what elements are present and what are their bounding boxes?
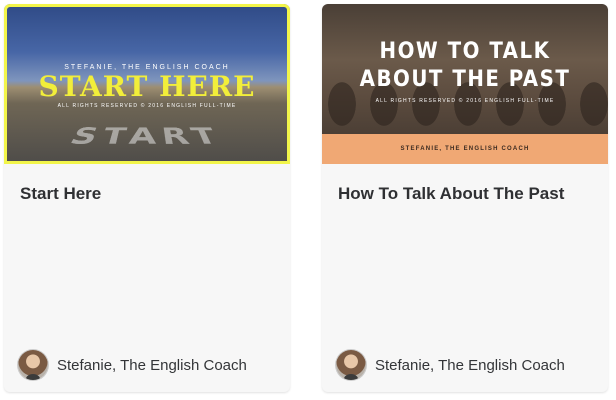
author-avatar xyxy=(336,350,366,380)
thumbnail-headline-line2: About The Past xyxy=(359,67,571,92)
course-title[interactable]: How To Talk About The Past xyxy=(338,184,564,204)
course-card-start-here[interactable]: START Stefanie, The English Coach Start … xyxy=(4,4,290,392)
course-thumbnail[interactable]: How To Talk About The Past All rights re… xyxy=(322,4,608,164)
thumbnail-author-band: Stefanie, The English Coach xyxy=(322,134,608,164)
author-row: Stefanie, The English Coach xyxy=(336,350,565,380)
course-card-talk-about-past[interactable]: How To Talk About The Past All rights re… xyxy=(322,4,608,392)
author-row: Stefanie, The English Coach xyxy=(18,350,247,380)
author-avatar xyxy=(18,350,48,380)
thumbnail-headline: Start Here xyxy=(38,70,256,103)
road-word: START xyxy=(63,123,231,151)
course-thumbnail[interactable]: START Stefanie, The English Coach Start … xyxy=(4,4,290,164)
thumbnail-rights: All rights reserved © 2016 English Full-… xyxy=(57,103,237,109)
thumbnail-headline: How To Talk About The Past xyxy=(322,38,608,94)
thumbnail-headline-line1: How To Talk xyxy=(379,39,551,64)
course-title[interactable]: Start Here xyxy=(20,184,101,204)
author-name: Stefanie, The English Coach xyxy=(375,356,565,374)
thumbnail-rights: All rights reserved © 2016 English Full-… xyxy=(375,98,555,104)
author-name: Stefanie, The English Coach xyxy=(57,356,247,374)
